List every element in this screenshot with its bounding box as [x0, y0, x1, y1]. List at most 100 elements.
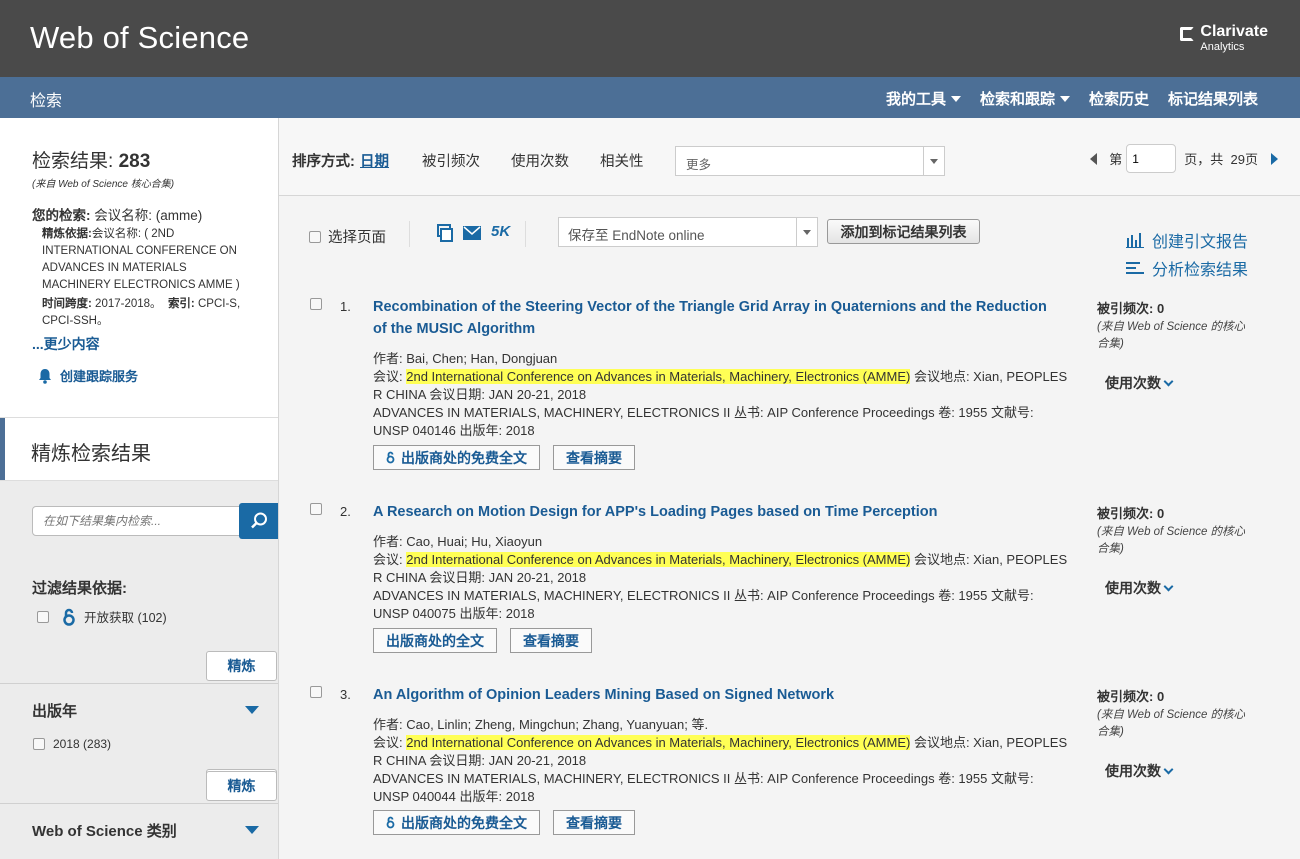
timespan-index: 时间跨度: 2017-2018。 索引: CPCI-S, CPCI-SSH。	[42, 298, 241, 327]
within-results-input[interactable]	[32, 506, 240, 536]
times-cited: 被引频次: 0	[1097, 506, 1165, 521]
record-conference: 会议: 2nd International Conference on Adva…	[373, 552, 1068, 585]
save-to-select[interactable]: 保存至 EndNote online	[558, 217, 818, 247]
sort-by-relevance[interactable]: 相关性	[600, 150, 644, 171]
wos-category-title[interactable]: Web of Science 类别	[32, 820, 177, 841]
nav-item-search-alerts[interactable]: 检索和跟踪	[980, 88, 1070, 109]
usage-count-toggle[interactable]: 使用次数	[1105, 761, 1257, 781]
analyze-results-link[interactable]: 分析检索结果	[1126, 254, 1248, 282]
times-cited-source: (来自 Web of Science 的核心合集)	[1097, 321, 1246, 350]
open-access-icon	[386, 816, 395, 829]
bar-chart-icon	[1126, 233, 1144, 248]
logo-line1: Clarivate	[1200, 23, 1268, 40]
within-results-search	[32, 503, 278, 539]
top-header: Web of Science Clarivate Analytics	[0, 0, 1300, 77]
usage-count-toggle[interactable]: 使用次数	[1105, 578, 1257, 598]
citation-report-link[interactable]: 创建引文报告	[1126, 226, 1248, 254]
caret-down-icon	[950, 95, 961, 102]
next-page-icon[interactable]	[1271, 152, 1278, 165]
nav-item-search-history[interactable]: 检索历史	[1089, 88, 1149, 109]
citation-info: 被引频次: 0 (来自 Web of Science 的核心合集) 使用次数	[1097, 686, 1257, 781]
page-number-input[interactable]	[1126, 144, 1177, 173]
usage-count-toggle[interactable]: 使用次数	[1105, 373, 1257, 393]
record-details: 作者: Cao, Linlin; Zheng, Mingchun; Zhang,…	[373, 716, 1073, 806]
year-filter-2018: 2018 (283)	[33, 737, 111, 751]
export-5k-link[interactable]: 5K	[491, 223, 510, 240]
nav-menu: 我的工具 检索和跟踪 检索历史 标记结果列表	[886, 88, 1258, 109]
brand-title[interactable]: Web of Science	[30, 20, 249, 56]
sort-by-citations[interactable]: 被引频次	[422, 150, 480, 171]
create-alert-link[interactable]: 创建跟踪服务	[38, 366, 138, 385]
record-title-link[interactable]: An Algorithm of Opinion Leaders Mining B…	[373, 684, 1058, 706]
add-to-marked-list-button[interactable]: 添加到标记结果列表	[827, 219, 980, 244]
print-icon[interactable]	[436, 224, 454, 242]
less-content-link[interactable]: ...更少内容	[32, 334, 257, 354]
sort-by-usage[interactable]: 使用次数	[511, 150, 569, 171]
prev-page-icon[interactable]	[1090, 152, 1098, 165]
select-page[interactable]: 选择页面	[309, 226, 386, 247]
record-authors: 作者: Cao, Linlin; Zheng, Mingchun; Zhang,…	[373, 717, 709, 732]
view-abstract-button[interactable]: 查看摘要	[553, 810, 635, 835]
clarivate-mark-icon	[1180, 27, 1195, 41]
record-checkbox[interactable]	[310, 686, 322, 698]
times-cited: 被引频次: 0	[1097, 301, 1165, 316]
record-title-link[interactable]: A Research on Motion Design for APP's Lo…	[373, 501, 1058, 523]
result-record: 3. An Algorithm of Opinion Leaders Minin…	[279, 678, 1300, 853]
refine-button[interactable]: 精炼	[206, 651, 277, 681]
times-cited-source: (来自 Web of Science 的核心合集)	[1097, 709, 1246, 738]
nav-search-link[interactable]: 检索	[30, 87, 62, 111]
sort-by-date[interactable]: 日期	[360, 150, 389, 171]
record-details: 作者: Cao, Huai; Hu, Xiaoyun 会议: 2nd Inter…	[373, 533, 1073, 623]
record-source: ADVANCES IN MATERIALS, MACHINERY, ELECTR…	[373, 588, 1034, 621]
open-access-filter: 开放获取 (102)	[37, 607, 167, 626]
record-source: ADVANCES IN MATERIALS, MACHINERY, ELECTR…	[373, 405, 1034, 438]
clarivate-logo: Clarivate Analytics	[1180, 24, 1268, 53]
record-actions: 出版商处的免费全文 查看摘要	[373, 810, 635, 835]
open-access-icon	[63, 608, 75, 626]
chevron-down-icon[interactable]	[245, 706, 259, 714]
bell-icon	[39, 368, 51, 384]
record-conference: 会议: 2nd International Conference on Adva…	[373, 735, 1068, 768]
times-cited: 被引频次: 0	[1097, 689, 1165, 704]
total-pages: 29页	[1230, 152, 1258, 167]
analysis-tools: 创建引文报告 分析检索结果	[1126, 226, 1248, 282]
dropdown-arrow-icon	[796, 218, 817, 246]
free-full-text-button[interactable]: 出版商处的免费全文	[373, 810, 540, 835]
record-title-link[interactable]: Recombination of the Steering Vector of …	[373, 296, 1058, 340]
record-source: ADVANCES IN MATERIALS, MACHINERY, ELECTR…	[373, 771, 1034, 804]
your-search: 您的检索: 会议名称: (amme)	[32, 208, 203, 223]
citation-info: 被引频次: 0 (来自 Web of Science 的核心合集) 使用次数	[1097, 298, 1257, 393]
open-access-checkbox[interactable]	[37, 610, 49, 623]
record-authors: 作者: Cao, Huai; Hu, Xiaoyun	[373, 534, 543, 549]
more-sort-select[interactable]: 更多	[675, 146, 945, 176]
free-full-text-button[interactable]: 出版商处的免费全文	[373, 445, 540, 470]
results-count: 检索结果: 283	[32, 151, 151, 172]
record-checkbox[interactable]	[310, 298, 322, 310]
chevron-down-icon	[1163, 376, 1174, 386]
result-record: 1. Recombination of the Steering Vector …	[279, 290, 1300, 480]
search-button[interactable]	[239, 503, 278, 539]
results-source: (来自 Web of Science 核心合集)	[32, 179, 175, 190]
year-2018-checkbox[interactable]	[33, 738, 45, 750]
select-page-checkbox[interactable]	[309, 230, 321, 243]
pub-year-title[interactable]: 出版年	[32, 700, 77, 721]
logo-line2: Analytics	[1200, 41, 1245, 53]
record-checkbox[interactable]	[310, 503, 322, 515]
sort-label: 排序方式:	[292, 154, 355, 170]
search-icon	[250, 512, 267, 529]
refine-button[interactable]: 精炼	[206, 771, 277, 801]
publisher-full-text-button[interactable]: 出版商处的全文	[373, 628, 497, 653]
record-number: 3.	[340, 687, 351, 702]
refined-by: 精炼依据:会议名称: ( 2ND INTERNATIONAL CONFERENC…	[42, 228, 240, 291]
record-actions: 出版商处的全文 查看摘要	[373, 628, 592, 653]
view-abstract-button[interactable]: 查看摘要	[553, 445, 635, 470]
nav-item-my-tools[interactable]: 我的工具	[886, 88, 961, 109]
record-details: 作者: Bai, Chen; Han, Dongjuan 会议: 2nd Int…	[373, 350, 1073, 440]
nav-item-marked-list[interactable]: 标记结果列表	[1168, 88, 1258, 109]
chevron-down-icon	[1163, 764, 1174, 774]
view-abstract-button[interactable]: 查看摘要	[510, 628, 592, 653]
record-authors: 作者: Bai, Chen; Han, Dongjuan	[373, 351, 558, 366]
email-icon[interactable]	[463, 226, 481, 240]
search-summary: 检索结果: 283 (来自 Web of Science 核心合集) 您的检索:…	[32, 146, 257, 354]
chevron-down-icon[interactable]	[245, 826, 259, 834]
